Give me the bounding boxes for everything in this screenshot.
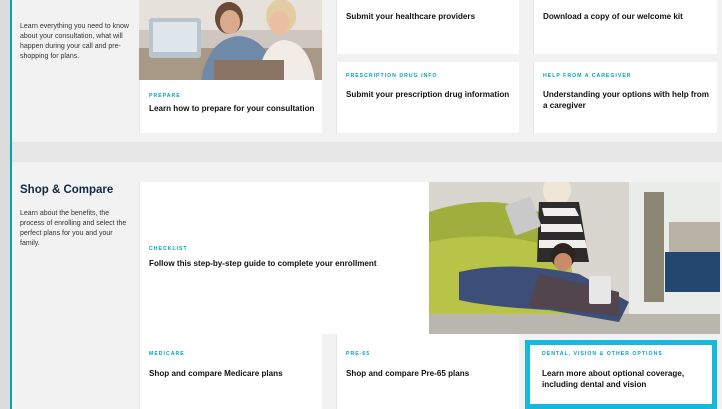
card-prepare[interactable]: PREPARE Learn how to prepare for your co… [139, 80, 322, 133]
card-healthcare-providers[interactable]: Submit your healthcare providers [336, 0, 519, 54]
consultation-photo [139, 0, 322, 80]
card-eyebrow: PREPARE [149, 93, 181, 99]
card-medicare[interactable]: MEDICARE Shop and compare Medicare plans [139, 334, 322, 409]
card-title[interactable]: Shop and compare Medicare plans [149, 368, 319, 379]
card-eyebrow: PRE-65 [346, 351, 371, 357]
card-pre-65[interactable]: PRE-65 Shop and compare Pre-65 plans [336, 334, 519, 409]
shop-compare-description: Learn about the benefits, the process of… [20, 210, 127, 248]
card-welcome-kit[interactable]: Download a copy of our welcome kit [533, 0, 717, 54]
card-title[interactable]: Submit your healthcare providers [346, 11, 516, 22]
family-tablet-photo [429, 182, 720, 334]
card-eyebrow: MEDICARE [149, 351, 185, 357]
card-help-from-caregiver[interactable]: HELP FROM A CAREGIVER Understanding your… [533, 62, 717, 133]
card-title[interactable]: Learn how to prepare for your consultati… [149, 103, 319, 114]
card-eyebrow: CHECKLIST [149, 246, 188, 252]
card-prescription-drug-info[interactable]: PRESCRIPTION DRUG INFO Submit your presc… [336, 62, 519, 133]
card-title[interactable]: Shop and compare Pre-65 plans [346, 368, 516, 379]
prepare-description: Learn everything you need to know about … [20, 23, 129, 61]
card-title[interactable]: Submit your prescription drug informatio… [346, 89, 518, 100]
card-dental-vision-options[interactable]: DENTAL, VISION & OTHER OPTIONS Learn mor… [525, 340, 717, 409]
card-eyebrow: PRESCRIPTION DRUG INFO [346, 73, 438, 79]
card-checklist[interactable]: CHECKLIST Follow this step-by-step guide… [139, 182, 429, 334]
card-title[interactable]: Learn more about optional coverage, incl… [542, 368, 712, 391]
card-title[interactable]: Understanding your options with help fro… [543, 89, 715, 112]
card-eyebrow: HELP FROM A CAREGIVER [543, 73, 632, 79]
card-eyebrow: DENTAL, VISION & OTHER OPTIONS [542, 351, 663, 357]
card-title[interactable]: Download a copy of our welcome kit [543, 11, 713, 22]
shop-compare-heading: Shop & Compare [20, 184, 114, 196]
section-divider [12, 142, 722, 162]
card-title[interactable]: Follow this step-by-step guide to comple… [149, 258, 424, 269]
left-accent-rail [0, 0, 12, 409]
